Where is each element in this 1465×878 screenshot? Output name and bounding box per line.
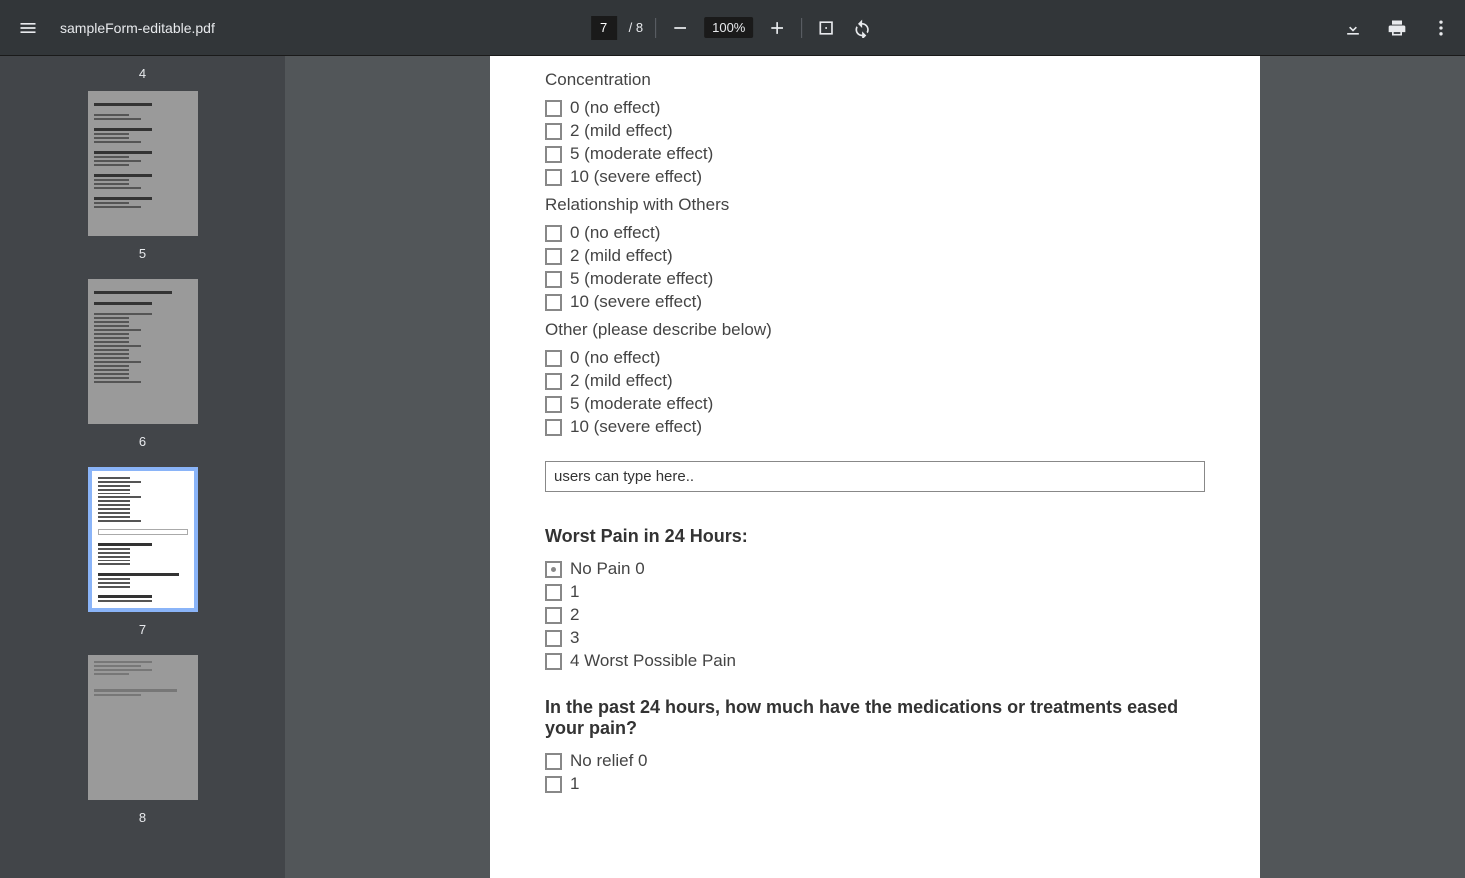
page-thumbnail-5[interactable] (88, 279, 198, 424)
zoom-out-button[interactable] (668, 16, 692, 40)
download-icon[interactable] (1341, 16, 1365, 40)
option-label: 2 (mild effect) (570, 371, 673, 391)
option-label: 5 (moderate effect) (570, 269, 713, 289)
thumb-label: 6 (139, 434, 146, 449)
checkbox[interactable] (545, 100, 562, 117)
page-thumbnail-8[interactable] (88, 655, 198, 800)
option-label: 2 (mild effect) (570, 246, 673, 266)
thumb-label: 8 (139, 810, 146, 825)
option-label: 1 (570, 582, 579, 602)
menu-icon[interactable] (16, 16, 40, 40)
option-label: 0 (no effect) (570, 223, 660, 243)
option-label: 2 (mild effect) (570, 121, 673, 141)
more-options-icon[interactable] (1429, 16, 1453, 40)
thumb-label: 7 (139, 622, 146, 637)
toolbar: sampleForm-editable.pdf / 8 100% (0, 0, 1465, 56)
checkbox[interactable] (545, 396, 562, 413)
thumb-label: 4 (139, 66, 146, 81)
group-title: Concentration (545, 70, 1205, 90)
zoom-in-button[interactable] (765, 16, 789, 40)
fit-page-icon[interactable] (814, 16, 838, 40)
checkbox[interactable] (545, 373, 562, 390)
divider (655, 18, 656, 38)
section-heading: Worst Pain in 24 Hours: (545, 526, 1205, 547)
option-label: 1 (570, 774, 579, 794)
checkbox[interactable] (545, 146, 562, 163)
describe-other-input[interactable] (545, 461, 1205, 492)
print-icon[interactable] (1385, 16, 1409, 40)
page-thumbnail-4[interactable] (88, 91, 198, 236)
checkbox[interactable] (545, 123, 562, 140)
section-heading: In the past 24 hours, how much have the … (545, 697, 1205, 739)
pdf-page: Concentration 0 (no effect) 2 (mild effe… (490, 56, 1260, 878)
page-number-input[interactable] (591, 16, 617, 40)
page-total-label: / 8 (629, 20, 643, 35)
option-label: 5 (moderate effect) (570, 394, 713, 414)
checkbox[interactable] (545, 630, 562, 647)
group-title: Relationship with Others (545, 195, 1205, 215)
option-label: No Pain 0 (570, 559, 645, 579)
group-title: Other (please describe below) (545, 320, 1205, 340)
checkbox[interactable] (545, 419, 562, 436)
checkbox[interactable] (545, 653, 562, 670)
document-filename: sampleForm-editable.pdf (60, 20, 215, 36)
checkbox[interactable] (545, 225, 562, 242)
option-label: 10 (severe effect) (570, 167, 702, 187)
page-thumbnail-7[interactable] (88, 467, 198, 612)
checkbox[interactable] (545, 776, 562, 793)
checkbox[interactable] (545, 607, 562, 624)
checkbox[interactable] (545, 753, 562, 770)
option-label: 0 (no effect) (570, 98, 660, 118)
option-label: No relief 0 (570, 751, 647, 771)
checkbox[interactable] (545, 561, 562, 578)
option-label: 10 (severe effect) (570, 417, 702, 437)
option-label: 5 (moderate effect) (570, 144, 713, 164)
checkbox[interactable] (545, 294, 562, 311)
checkbox[interactable] (545, 169, 562, 186)
zoom-level-display: 100% (704, 17, 753, 38)
rotate-icon[interactable] (850, 16, 874, 40)
checkbox[interactable] (545, 248, 562, 265)
option-label: 0 (no effect) (570, 348, 660, 368)
option-label: 4 Worst Possible Pain (570, 651, 736, 671)
checkbox[interactable] (545, 350, 562, 367)
checkbox[interactable] (545, 271, 562, 288)
thumbnail-sidebar[interactable]: 4 5 (0, 56, 285, 878)
checkbox[interactable] (545, 584, 562, 601)
option-label: 3 (570, 628, 579, 648)
option-label: 2 (570, 605, 579, 625)
thumb-label: 5 (139, 246, 146, 261)
pdf-viewer[interactable]: Concentration 0 (no effect) 2 (mild effe… (285, 56, 1465, 878)
divider (801, 18, 802, 38)
option-label: 10 (severe effect) (570, 292, 702, 312)
